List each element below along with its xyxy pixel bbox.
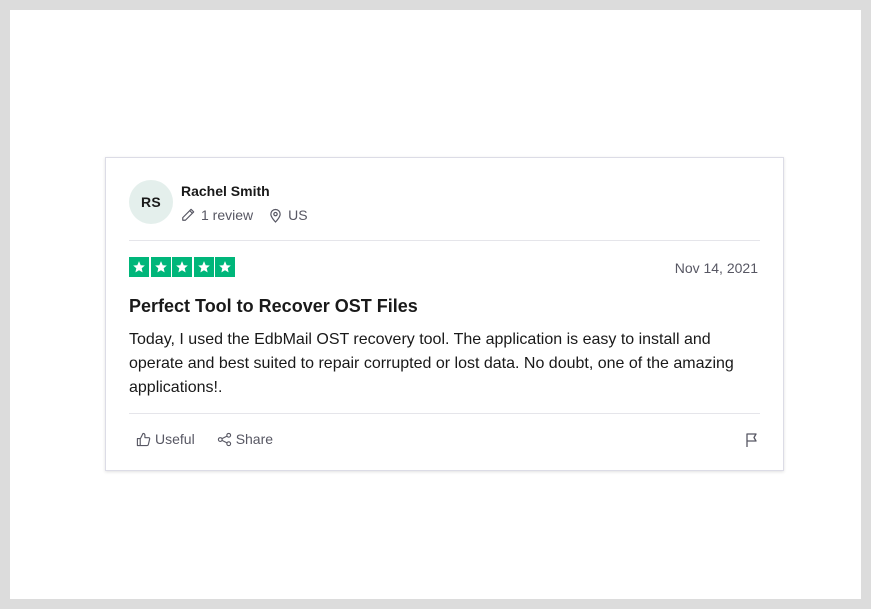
share-label: Share bbox=[235, 431, 274, 447]
share-icon bbox=[217, 432, 231, 446]
review-body: Today, I used the EdbMail OST recovery t… bbox=[129, 331, 734, 396]
star-icon bbox=[215, 257, 235, 277]
useful-label: Useful bbox=[155, 431, 195, 447]
pencil-icon bbox=[182, 208, 195, 221]
header-divider bbox=[129, 240, 760, 241]
review-date: Nov 14, 2021 bbox=[674, 260, 758, 276]
share-button[interactable]: Share bbox=[217, 431, 273, 447]
reviewer-location: US bbox=[269, 207, 308, 223]
flag-icon bbox=[746, 433, 757, 447]
location-label: US bbox=[288, 207, 308, 223]
star-icon bbox=[193, 257, 214, 277]
useful-button[interactable]: Useful bbox=[136, 431, 195, 447]
reviewer-header: RS Rachel Smith 1 review US bbox=[129, 180, 760, 240]
star-icon bbox=[172, 257, 192, 277]
avatar[interactable]: RS bbox=[129, 180, 173, 224]
report-button[interactable] bbox=[745, 432, 759, 453]
star-icon bbox=[150, 257, 171, 277]
review-count-label: 1 review bbox=[201, 207, 254, 223]
thumbs-up-icon bbox=[136, 432, 151, 446]
reviewer-meta: 1 review US bbox=[181, 207, 324, 223]
review-card: RS Rachel Smith 1 review US Nov 14, 2021… bbox=[105, 157, 784, 471]
star-icon bbox=[129, 257, 149, 277]
location-pin-icon bbox=[270, 208, 281, 223]
footer-divider bbox=[129, 413, 760, 414]
review-actions: Useful Share bbox=[136, 431, 295, 447]
page-frame: RS Rachel Smith 1 review US Nov 14, 2021… bbox=[10, 10, 861, 599]
reviewer-name[interactable]: Rachel Smith bbox=[181, 183, 270, 199]
star-rating bbox=[129, 257, 237, 277]
review-title[interactable]: Perfect Tool to Recover OST Files bbox=[129, 296, 418, 317]
review-count: 1 review bbox=[181, 207, 253, 223]
